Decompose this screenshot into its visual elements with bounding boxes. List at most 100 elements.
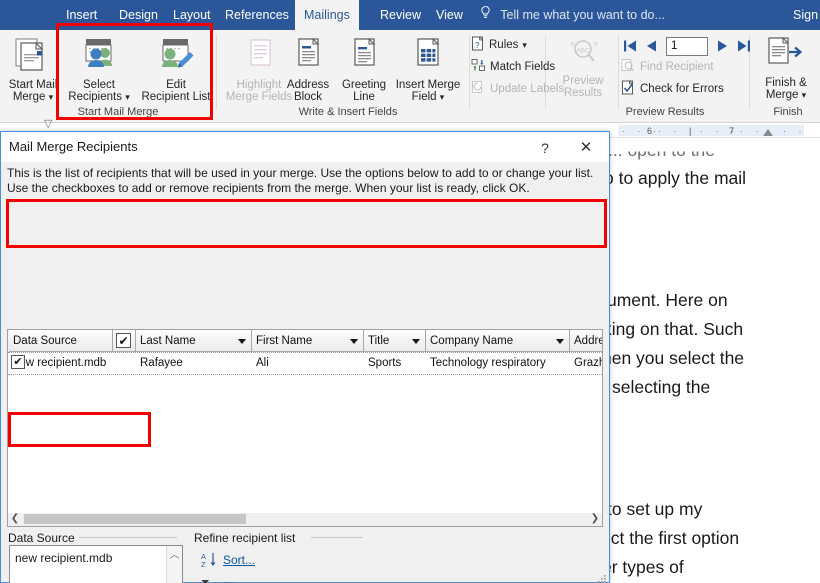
insert-merge-field-line2: Field ▾	[411, 91, 445, 103]
chevron-down-icon[interactable]	[238, 339, 246, 344]
scroll-left-icon[interactable]: ❮	[8, 513, 22, 525]
tab-stop-icon[interactable]: ▽	[44, 117, 56, 130]
address-block-button[interactable]: Address Block	[276, 36, 340, 104]
cell-first-name: Ali	[256, 357, 269, 369]
select-recipients-icon	[60, 36, 138, 76]
svg-text:ABC: ABC	[576, 48, 590, 55]
cell-company-name: Technology respiratory	[430, 357, 546, 369]
address-block-line2: Block	[293, 91, 323, 103]
check-errors-icon	[621, 80, 636, 99]
ruler-dots: · · ·	[658, 126, 697, 136]
rules-icon: ?	[471, 36, 485, 55]
dialog-description-line2: Use the checkboxes to add or remove reci…	[7, 181, 530, 195]
match-fields-icon	[471, 58, 486, 77]
svg-text:»: »	[593, 38, 598, 48]
select-recipients-line1: Select	[83, 78, 115, 91]
finish-merge-line1: Finish &	[765, 76, 807, 89]
lightbulb-icon	[480, 0, 491, 31]
tab-insert[interactable]: Insert	[57, 0, 106, 30]
data-source-group-label: Data Source	[5, 531, 78, 545]
tab-layout[interactable]: Layout	[164, 0, 220, 30]
next-record-icon[interactable]	[716, 38, 730, 59]
dialog-description: This is the list of recipients that will…	[7, 166, 603, 196]
tab-sign[interactable]: Sign	[784, 0, 820, 30]
group-label-preview-results: Preview Results	[625, 106, 705, 118]
indent-marker-icon[interactable]	[763, 129, 773, 136]
tab-mailings[interactable]: Mailings	[295, 0, 359, 30]
first-record-icon[interactable]	[622, 38, 638, 59]
finish-merge-icon	[756, 36, 816, 74]
select-all-checkbox[interactable]: ✔	[116, 333, 131, 348]
edit-recipient-list-line1: Edit	[166, 78, 186, 91]
scroll-right-icon[interactable]: ❯	[588, 513, 602, 525]
chevron-down-icon[interactable]	[556, 339, 564, 344]
scroll-up-icon[interactable]: ︿	[167, 548, 182, 563]
edit-recipient-list-button[interactable]: Edit Recipient List	[136, 36, 216, 104]
sort-link[interactable]: Sort...	[223, 553, 255, 567]
document-text-line: o to apply the mail	[604, 168, 747, 188]
document-text-line: selecting the	[612, 377, 711, 397]
tell-me-label: Tell me what you want to do...	[500, 8, 665, 22]
sort-az-icon: A Z	[201, 552, 217, 573]
last-record-icon[interactable]	[736, 38, 752, 59]
select-recipients-button[interactable]: Select Recipients ▾	[60, 36, 138, 104]
column-header-last-name[interactable]: Last Name	[136, 330, 252, 352]
data-source-listbox[interactable]: new recipient.mdb ︿ ﹀	[9, 545, 183, 583]
resize-grip[interactable]	[597, 571, 607, 583]
group-box-line	[311, 537, 363, 538]
column-header-title[interactable]: Title	[364, 330, 426, 352]
svg-text:«: «	[570, 38, 575, 48]
dialog-title-bar[interactable]: Mail Merge Recipients ? ✕	[1, 132, 609, 162]
tab-references[interactable]: References	[216, 0, 298, 30]
preview-results-line1: Preview	[562, 74, 604, 87]
record-number-value: 1	[671, 40, 678, 52]
insert-merge-field-button[interactable]: Insert Merge Field ▾	[386, 36, 470, 104]
group-label-finish: Finish	[773, 106, 803, 118]
document-text-line: ument. Here on	[607, 290, 728, 310]
group-separator	[216, 36, 217, 108]
word-mail-merge-screen: Insert Design Layout References Mailings…	[0, 0, 820, 583]
start-mail-merge-line2: Merge ▾	[12, 91, 54, 103]
tab-design[interactable]: Design	[110, 0, 167, 30]
chevron-down-icon[interactable]	[412, 339, 420, 344]
edit-recipient-list-icon	[136, 36, 216, 76]
select-recipients-line2: Recipients ▾	[68, 91, 130, 103]
data-source-item[interactable]: new recipient.mdb	[15, 551, 112, 565]
svg-text:Z: Z	[201, 560, 206, 568]
finish-merge-line2: Merge ▾	[765, 89, 807, 101]
chevron-down-icon[interactable]	[350, 339, 358, 344]
group-label-start-mail-merge: Start Mail Merge	[77, 106, 159, 118]
column-header-company-name[interactable]: Company Name	[426, 330, 570, 352]
ribbon-tab-strip: Insert Design Layout References Mailings…	[0, 0, 820, 30]
check-for-errors-label: Check for Errors	[640, 83, 724, 95]
question-mark-icon[interactable]: ?	[533, 137, 557, 159]
previous-record-icon[interactable]	[644, 38, 658, 59]
scrollbar-thumb[interactable]	[24, 514, 246, 524]
ribbon-body: Start Mail Merge ▾ Select Recipients ▾ E…	[0, 30, 820, 123]
column-header-address[interactable]: Address	[570, 330, 602, 352]
column-header-first-name[interactable]: First Name	[252, 330, 364, 352]
recipients-grid[interactable]: Data Source ✔ Last Name First Name Title	[7, 329, 603, 525]
document-text-line: king on that. Such	[603, 319, 744, 339]
rules-label: Rules	[489, 39, 519, 51]
column-header-data-source[interactable]: Data Source	[9, 330, 113, 352]
document-text-line: er types of	[602, 557, 684, 577]
record-number-input[interactable]: 1	[666, 37, 708, 56]
close-icon[interactable]: ✕	[573, 137, 599, 159]
data-source-vertical-scrollbar[interactable]: ︿ ﹀	[166, 546, 182, 583]
mail-merge-recipients-dialog[interactable]: Mail Merge Recipients ? ✕ This is the li…	[0, 131, 610, 583]
document-text-line: to set up my	[607, 499, 703, 519]
preview-results-button[interactable]: ABC « » Preview Results	[551, 36, 615, 100]
tab-review[interactable]: Review	[371, 0, 430, 30]
cell-address: Grazho	[574, 357, 602, 369]
document-text-line: ect the first option	[601, 528, 740, 548]
ruler-dots: · ·	[740, 126, 764, 136]
start-mail-merge-button[interactable]: Start Mail Merge ▾	[4, 36, 62, 104]
finish-and-merge-button[interactable]: Finish & Merge ▾	[756, 36, 816, 102]
ruler-dots: · · ·	[622, 126, 661, 136]
tab-view[interactable]: View	[427, 0, 472, 30]
grid-horizontal-scrollbar[interactable]: ❮ ❯	[7, 513, 603, 527]
column-header-include-checkbox[interactable]: ✔	[113, 330, 136, 352]
row-include-checkbox[interactable]: ✔	[11, 355, 25, 369]
tell-me-search[interactable]: Tell me what you want to do...	[480, 0, 665, 30]
